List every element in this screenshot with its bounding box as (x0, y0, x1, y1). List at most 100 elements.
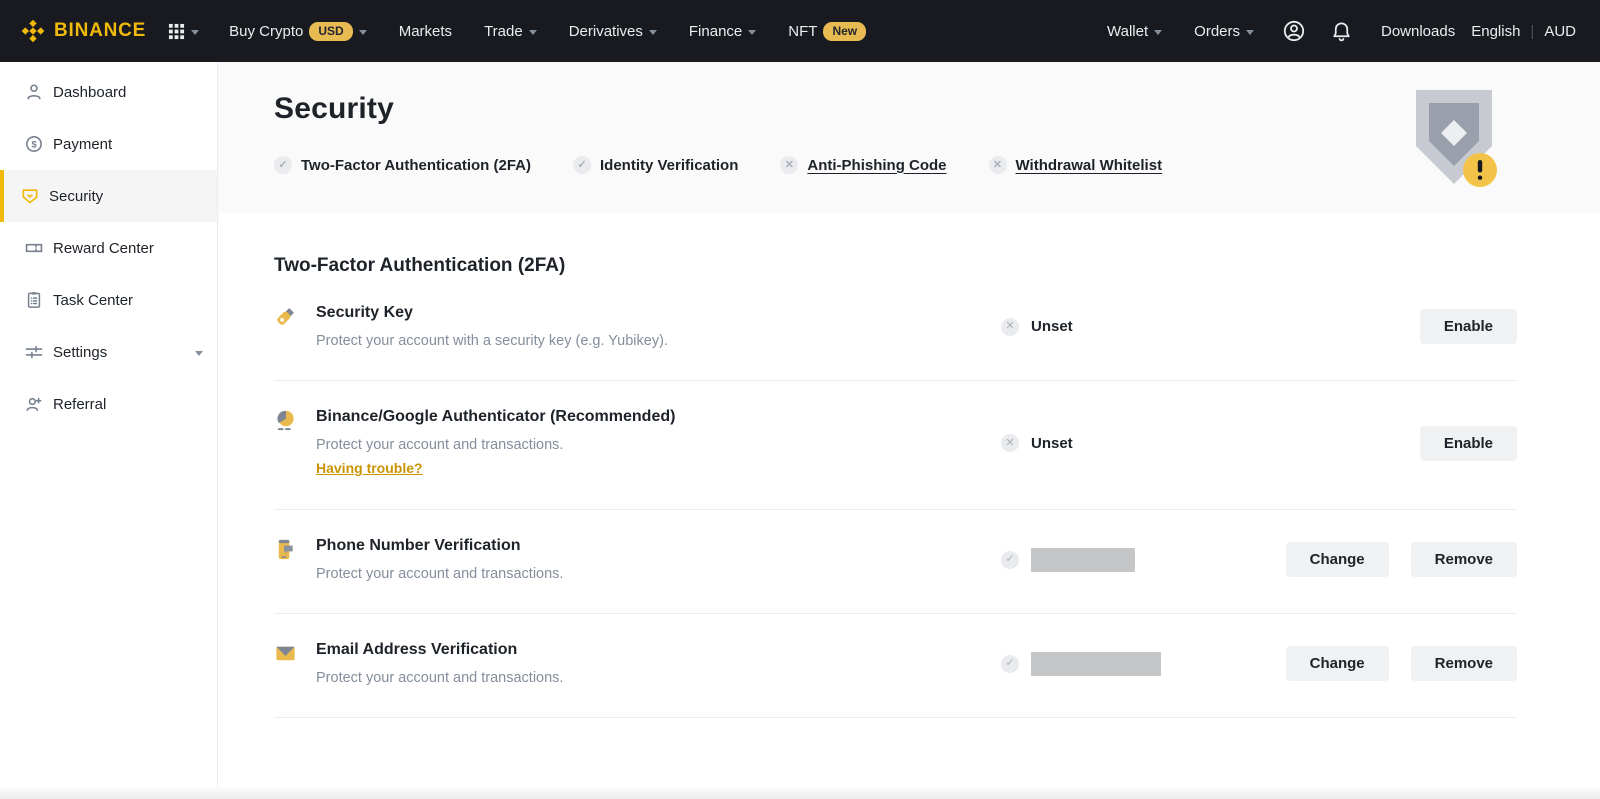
profile-button[interactable] (1282, 19, 1306, 43)
status: ✕ Unset (1001, 434, 1321, 452)
new-badge: New (823, 22, 866, 41)
row-title: Phone Number Verification (316, 537, 563, 555)
check-icon: ✓ (1001, 551, 1019, 569)
sidebar-item-dashboard[interactable]: Dashboard (0, 66, 217, 118)
notifications-button[interactable] (1330, 20, 1353, 43)
sidebar-item-referral[interactable]: Referral (0, 378, 217, 430)
security-status-tabs: ✓ Two-Factor Authentication (2FA) ✓ Iden… (274, 156, 1502, 174)
binance-diamond-icon (20, 18, 46, 44)
check-icon: ✓ (274, 156, 292, 174)
tab-two-factor-authentication[interactable]: ✓ Two-Factor Authentication (2FA) (274, 156, 531, 174)
nav-nft[interactable]: NFT New (788, 22, 866, 41)
nav-wallet[interactable]: Wallet (1107, 23, 1162, 40)
language-selector[interactable]: English (1471, 23, 1520, 40)
nav-orders[interactable]: Orders (1194, 23, 1254, 40)
chevron-down-icon (191, 30, 199, 35)
apps-grid-button[interactable] (168, 23, 199, 40)
x-icon: ✕ (1001, 318, 1019, 336)
status: ✕ Unset (1001, 318, 1321, 336)
security-key-icon (274, 305, 298, 333)
sidebar-item-label: Security (49, 188, 103, 205)
sidebar-item-label: Dashboard (53, 84, 126, 101)
row-description: Protect your account with a security key… (316, 333, 668, 349)
change-button[interactable]: Change (1286, 646, 1389, 681)
enable-button[interactable]: Enable (1420, 426, 1517, 461)
status: ✓ (1001, 652, 1321, 676)
chevron-down-icon (748, 30, 756, 35)
sidebar-item-label: Reward Center (53, 240, 154, 257)
authenticator-icon (274, 409, 298, 437)
chevron-down-icon (195, 351, 203, 356)
nav-derivatives[interactable]: Derivatives (569, 23, 657, 40)
sliders-icon (24, 342, 44, 362)
usd-badge: USD (309, 22, 352, 41)
nav-trade[interactable]: Trade (484, 23, 537, 40)
currency-selector[interactable]: AUD (1544, 23, 1576, 40)
nav-downloads-label: Downloads (1381, 23, 1455, 40)
email-icon (274, 642, 298, 670)
nav-nft-label: NFT (788, 23, 817, 40)
sidebar-item-task-center[interactable]: Task Center (0, 274, 217, 326)
enable-button[interactable]: Enable (1420, 309, 1517, 344)
sidebar-item-settings[interactable]: Settings (0, 326, 217, 378)
chevron-down-icon (1154, 30, 1162, 35)
dollar-circle-icon: $ (24, 134, 44, 154)
nav-downloads[interactable]: Downloads (1381, 23, 1455, 40)
tab-withdrawal-whitelist[interactable]: ✕ Withdrawal Whitelist (989, 156, 1163, 174)
authenticator-row: Binance/Google Authenticator (Recommende… (274, 381, 1517, 510)
nav-markets-label: Markets (399, 23, 452, 40)
x-icon: ✕ (1001, 434, 1019, 452)
tab-anti-phishing-code[interactable]: ✕ Anti-Phishing Code (780, 156, 946, 174)
chevron-down-icon (359, 30, 367, 35)
nav-finance-label: Finance (689, 23, 742, 40)
top-nav: BINANCE Buy Crypto USD Markets Trade Der… (0, 0, 1600, 62)
nav-derivatives-label: Derivatives (569, 23, 643, 40)
chevron-down-icon (649, 30, 657, 35)
sidebar: Dashboard $ Payment Security Reward Cent… (0, 62, 218, 799)
row-description: Protect your account and transactions. (316, 670, 563, 686)
divider: | (1530, 23, 1534, 40)
row-title: Binance/Google Authenticator (Recommende… (316, 408, 675, 426)
chevron-down-icon (1246, 30, 1254, 35)
sidebar-item-label: Settings (53, 344, 107, 361)
phone-icon (274, 538, 298, 566)
grid-icon (168, 23, 185, 40)
add-user-icon (24, 394, 44, 414)
shield-warning-icon (1406, 84, 1502, 196)
change-button[interactable]: Change (1286, 542, 1389, 577)
section-heading: Two-Factor Authentication (2FA) (274, 255, 1517, 277)
binance-logo[interactable]: BINANCE (20, 18, 146, 44)
main-content: Security ✓ Two-Factor Authentication (2F… (218, 62, 1600, 799)
status: ✓ (1001, 548, 1321, 572)
sidebar-item-payment[interactable]: $ Payment (0, 118, 217, 170)
tab-identity-verification[interactable]: ✓ Identity Verification (573, 156, 738, 174)
nav-orders-label: Orders (1194, 23, 1240, 40)
email-verification-row: Email Address Verification Protect your … (274, 614, 1517, 718)
remove-button[interactable]: Remove (1411, 646, 1517, 681)
redacted-phone-number (1031, 548, 1135, 572)
window-bottom-edge (0, 787, 1600, 799)
nav-buy-crypto[interactable]: Buy Crypto USD (229, 22, 367, 41)
nav-finance[interactable]: Finance (689, 23, 756, 40)
security-shield-illustration (1406, 84, 1502, 201)
having-trouble-link[interactable]: Having trouble? (316, 460, 423, 476)
check-icon: ✓ (1001, 655, 1019, 673)
nav-right-group: Wallet Orders Downloads English | (1091, 19, 1576, 43)
shield-icon (20, 186, 40, 206)
sidebar-item-reward-center[interactable]: Reward Center (0, 222, 217, 274)
sidebar-item-security[interactable]: Security (0, 170, 217, 222)
phone-verification-row: Phone Number Verification Protect your a… (274, 510, 1517, 614)
row-description: Protect your account and transactions. (316, 437, 675, 453)
nav-trade-label: Trade (484, 23, 523, 40)
nav-markets[interactable]: Markets (399, 23, 452, 40)
tab-label: Withdrawal Whitelist (1016, 157, 1163, 174)
ticket-icon (24, 238, 44, 258)
nav-buy-crypto-label: Buy Crypto (229, 23, 303, 40)
dashboard-user-icon (24, 82, 44, 102)
sidebar-item-label: Task Center (53, 292, 133, 309)
status-text: Unset (1031, 435, 1073, 452)
remove-button[interactable]: Remove (1411, 542, 1517, 577)
row-description: Protect your account and transactions. (316, 566, 563, 582)
twofa-section: Two-Factor Authentication (2FA) (218, 213, 1600, 718)
security-header: Security ✓ Two-Factor Authentication (2F… (218, 62, 1600, 213)
